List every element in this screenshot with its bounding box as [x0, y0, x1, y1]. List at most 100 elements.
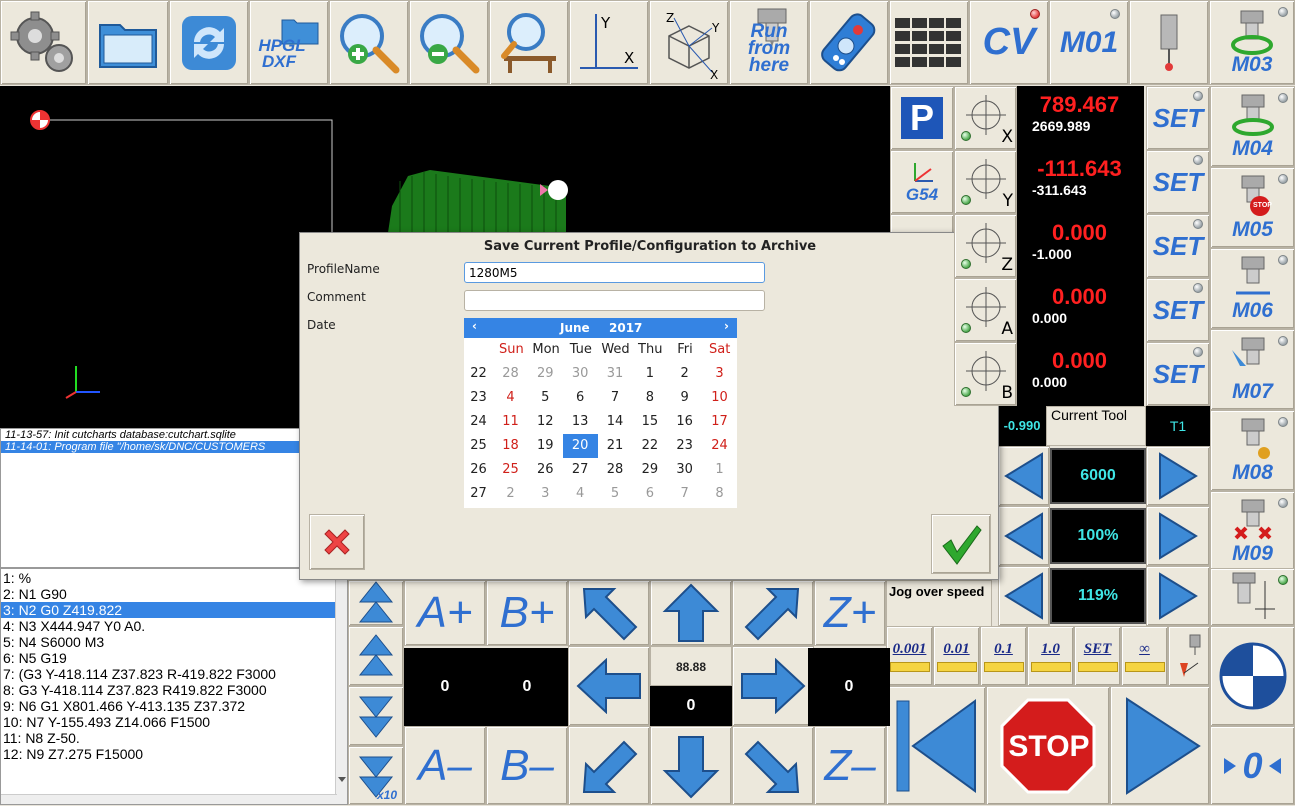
program-hscrollbar[interactable] — [1, 794, 337, 804]
jog-xplus-yminus-button[interactable] — [732, 726, 814, 805]
jog-xplus-yplus-button[interactable] — [732, 580, 814, 646]
jog-decrease-button[interactable] — [998, 566, 1050, 626]
probe-step-button[interactable] — [1168, 626, 1210, 686]
set-x-button[interactable]: SET — [1146, 86, 1210, 150]
calendar-day[interactable]: 8 — [632, 386, 667, 410]
calendar-day[interactable]: 27 — [563, 458, 598, 482]
calendar-day[interactable]: 31 — [598, 362, 633, 386]
confirm-button[interactable] — [931, 514, 991, 574]
m01-button[interactable]: M01 — [1049, 0, 1129, 85]
calendar-day[interactable]: 17 — [702, 410, 737, 434]
step-button[interactable]: 0.01 — [933, 626, 980, 686]
jog-b-plus-button[interactable]: B+ — [486, 580, 568, 646]
profile-name-input[interactable] — [464, 262, 765, 283]
calendar-day[interactable]: 18 — [493, 434, 528, 458]
calendar-day[interactable]: 8 — [702, 482, 737, 506]
zero-axis-z-button[interactable]: Z — [954, 214, 1017, 278]
step-button[interactable]: ∞ — [1121, 626, 1168, 686]
set-z-button[interactable]: SET — [1146, 214, 1210, 278]
set-y-button[interactable]: SET — [1146, 150, 1210, 214]
program-line[interactable]: 1: % — [1, 570, 347, 586]
jog-b-minus-button[interactable]: B– — [486, 726, 568, 805]
calendar-day[interactable]: 19 — [528, 434, 563, 458]
date-calendar[interactable]: ‹ June 2017 › Sun Mon Tue Wed Thu Fri Sat 22 28… — [464, 318, 737, 508]
cancel-button[interactable] — [309, 514, 365, 570]
rewind-button[interactable] — [886, 686, 986, 805]
calendar-day[interactable]: 16 — [667, 410, 702, 434]
calendar-day[interactable]: 21 — [598, 434, 633, 458]
program-line[interactable]: 6: N5 G19 — [1, 650, 347, 666]
open-file-button[interactable] — [87, 0, 169, 85]
iso-view-button[interactable]: Z Y X — [649, 0, 729, 85]
set-b-button[interactable]: SET — [1146, 342, 1210, 406]
calendar-day[interactable]: 29 — [528, 362, 563, 386]
feed-increase-button[interactable] — [1146, 506, 1210, 566]
calendar-day[interactable]: 7 — [598, 386, 633, 410]
program-line[interactable]: 9: N6 G1 X801.466 Y-413.135 Z37.372 — [1, 698, 347, 714]
calendar-day[interactable]: 30 — [563, 362, 598, 386]
jog-z-minus-button[interactable]: Z– — [814, 726, 886, 805]
jog-xminus-yplus-button[interactable] — [568, 580, 650, 646]
stop-button[interactable]: STOP — [986, 686, 1110, 805]
probe-button[interactable] — [1129, 0, 1209, 85]
g54-button[interactable]: G54 — [890, 150, 954, 214]
program-line[interactable]: 11: N8 Z-50. — [1, 730, 347, 746]
program-line[interactable]: 2: N1 G90 — [1, 586, 347, 602]
program-line[interactable]: 12: N9 Z7.275 F15000 — [1, 746, 347, 762]
settings-button[interactable] — [0, 0, 87, 85]
log-panel[interactable]: 11-13-57: Init cutcharts database:cutcha… — [0, 428, 336, 568]
zoom-in-button[interactable] — [329, 0, 409, 85]
calendar-day[interactable]: 23 — [667, 434, 702, 458]
calendar-day[interactable]: 22 — [632, 434, 667, 458]
calendar-day[interactable]: 2 — [493, 482, 528, 506]
program-line[interactable]: 10: N7 Y-155.493 Z14.066 F1500 — [1, 714, 347, 730]
import-hpgl-dxf-button[interactable]: HPGL DXF — [249, 0, 329, 85]
zoom-out-button[interactable] — [409, 0, 489, 85]
jog-increase-button[interactable] — [1146, 566, 1210, 626]
speed-up-button[interactable] — [348, 626, 404, 686]
jog-y-minus-button[interactable] — [650, 726, 732, 805]
jog-y-plus-button[interactable] — [650, 580, 732, 646]
calendar-day[interactable]: 5 — [528, 386, 563, 410]
calendar-day[interactable]: 6 — [563, 386, 598, 410]
m06-button[interactable]: M06 — [1210, 248, 1295, 329]
calendar-day[interactable]: 29 — [632, 458, 667, 482]
calendar-day[interactable]: 24 — [702, 434, 737, 458]
m07-button[interactable]: M07 — [1210, 329, 1295, 410]
step-button[interactable]: 0.1 — [980, 626, 1027, 686]
calendar-day[interactable]: 14 — [598, 410, 633, 434]
calendar-day[interactable]: 4 — [493, 386, 528, 410]
calendar-day[interactable]: 30 — [667, 458, 702, 482]
step-button[interactable]: SET — [1074, 626, 1121, 686]
pendant-button[interactable] — [809, 0, 889, 85]
calendar-day[interactable]: 6 — [632, 482, 667, 506]
m09-button[interactable]: M09 — [1210, 491, 1295, 572]
feed-decrease-button[interactable] — [998, 506, 1050, 566]
tool-length-button[interactable] — [1210, 568, 1295, 626]
calendar-day[interactable]: 5 — [598, 482, 633, 506]
m05-button[interactable]: M05 STOP — [1210, 167, 1295, 248]
run-button[interactable] — [1110, 686, 1210, 805]
speed-down-button[interactable] — [348, 686, 404, 746]
keyboard-button[interactable] — [889, 0, 969, 85]
run-from-here-button[interactable]: Run from here — [729, 0, 809, 85]
set-a-button[interactable]: SET — [1146, 278, 1210, 342]
calendar-day[interactable]: 3 — [528, 482, 563, 506]
jog-z-plus-button[interactable]: Z+ — [814, 580, 886, 646]
next-month-icon[interactable]: › — [724, 319, 729, 333]
cv-button[interactable]: CV — [969, 0, 1049, 85]
zero-axis-x-button[interactable]: X — [954, 86, 1017, 150]
speed-up-2-button[interactable] — [348, 580, 404, 626]
reload-button[interactable] — [169, 0, 249, 85]
calendar-day[interactable]: 28 — [598, 458, 633, 482]
calendar-year[interactable]: 2017 — [609, 321, 642, 335]
calendar-day[interactable]: 26 — [528, 458, 563, 482]
calendar-day[interactable]: 4 — [563, 482, 598, 506]
jog-a-plus-button[interactable]: A+ — [404, 580, 486, 646]
calendar-day[interactable]: 9 — [667, 386, 702, 410]
program-scrollbar[interactable] — [335, 569, 347, 804]
step-button[interactable]: 0.001 — [886, 626, 933, 686]
home-button[interactable] — [1210, 626, 1295, 726]
calendar-day[interactable]: 3 — [702, 362, 737, 386]
calendar-day[interactable]: 1 — [632, 362, 667, 386]
